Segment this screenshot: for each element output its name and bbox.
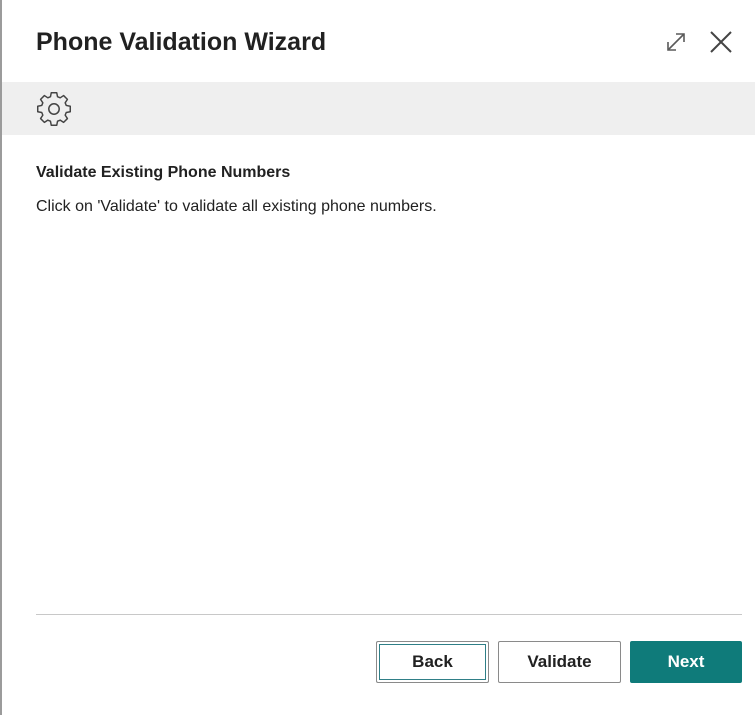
dialog-header: Phone Validation Wizard (2, 0, 755, 82)
next-button[interactable]: Next (630, 641, 742, 683)
close-icon (710, 31, 732, 53)
expand-icon (667, 33, 685, 51)
wizard-dialog: Phone Validation Wizard Validate Existin… (0, 0, 755, 715)
wizard-banner (2, 82, 755, 135)
gear-icon (36, 91, 72, 126)
dialog-title: Phone Validation Wizard (36, 28, 327, 56)
wizard-step-content: Validate Existing Phone Numbers Click on… (36, 162, 736, 218)
close-button[interactable] (706, 27, 736, 57)
validate-button[interactable]: Validate (498, 641, 621, 683)
step-description: Click on 'Validate' to validate all exis… (36, 198, 437, 215)
footer-divider (36, 614, 742, 615)
expand-button[interactable] (662, 28, 690, 56)
back-button[interactable]: Back (376, 641, 489, 683)
step-title: Validate Existing Phone Numbers (36, 164, 291, 181)
